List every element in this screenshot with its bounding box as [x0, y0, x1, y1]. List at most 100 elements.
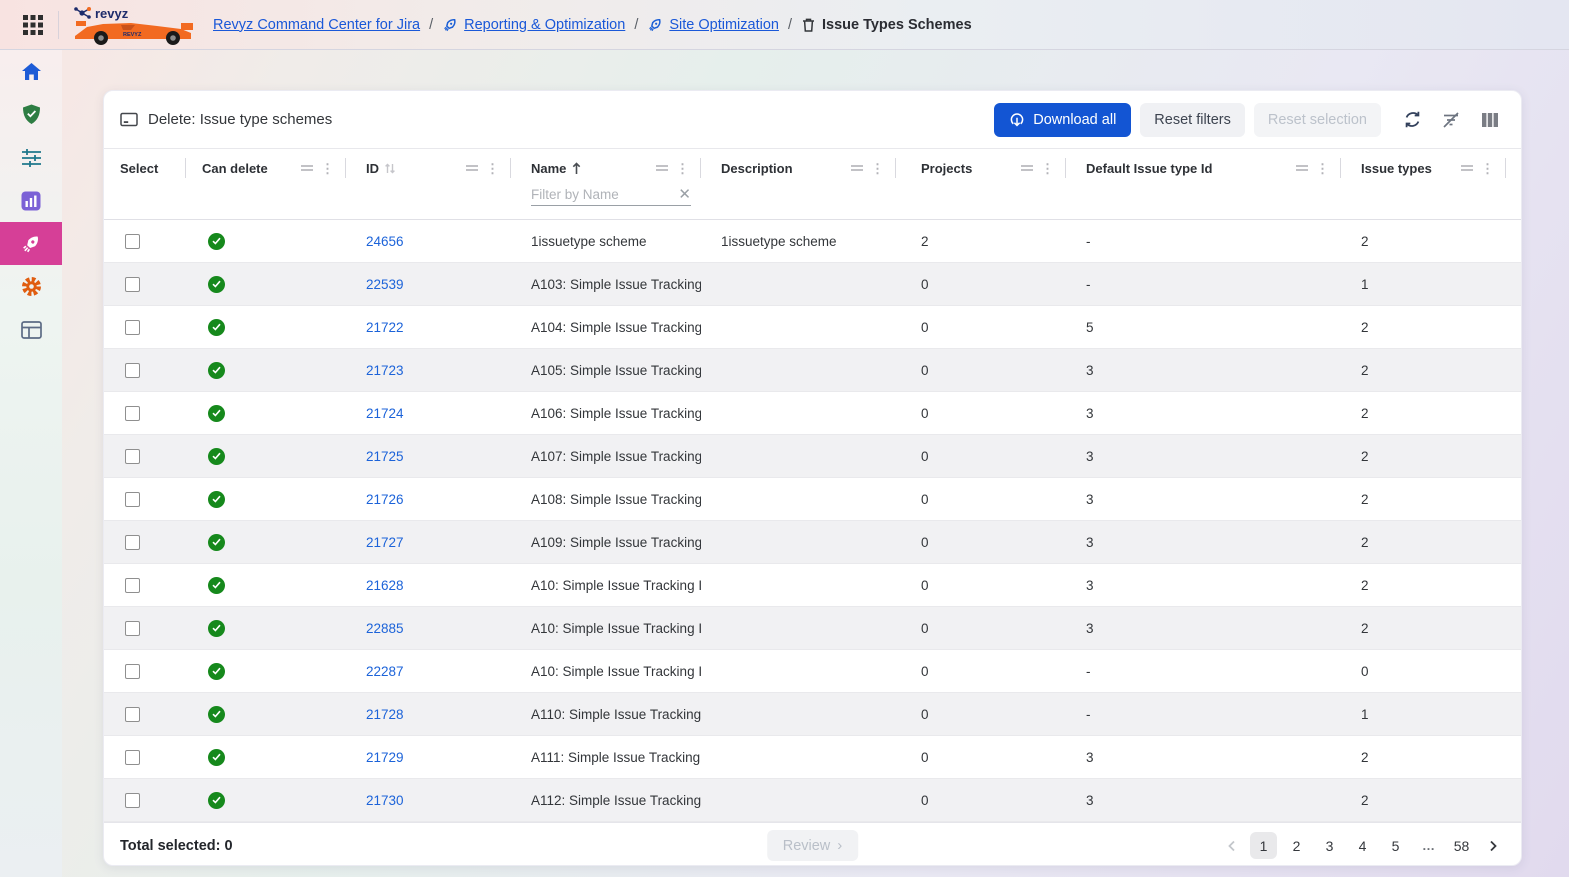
scheme-id-link[interactable]: 21722: [366, 320, 404, 335]
row-checkbox[interactable]: [125, 234, 140, 249]
filter-icon[interactable]: [465, 163, 479, 173]
can-delete-check-icon: [208, 792, 225, 809]
revyz-logo[interactable]: revyz REVYZ: [73, 2, 195, 48]
breadcrumb-issue-types-schemes: Issue Types Schemes: [822, 17, 972, 33]
column-header-default-issue-type-id: Default Issue type Id ⋮: [1066, 149, 1341, 187]
total-selected-label: Total selected: 0: [120, 838, 233, 854]
scheme-id-link[interactable]: 21727: [366, 535, 404, 550]
scheme-name: A107: Simple Issue Tracking Iss: [511, 435, 701, 477]
column-header-id[interactable]: ID ⋮: [346, 149, 511, 187]
table-footer: Total selected: 0 Review › 12345…58: [104, 822, 1521, 868]
trash-icon: [801, 17, 816, 33]
download-all-button[interactable]: Download all: [994, 103, 1131, 137]
scheme-name: A10: Simple Issue Tracking Issu: [511, 607, 701, 649]
column-header-name[interactable]: Name ⋮: [511, 149, 701, 187]
scheme-projects-count: 0: [896, 736, 1066, 778]
filter-icon[interactable]: [850, 163, 864, 173]
scheme-name: 1issuetype scheme: [511, 220, 701, 262]
scheme-id-link[interactable]: 21726: [366, 492, 404, 507]
filter-icon[interactable]: [300, 163, 314, 173]
scheme-name: A110: Simple Issue Tracking Iss: [511, 693, 701, 735]
sidebar-item-settings[interactable]: [0, 265, 62, 308]
scheme-id-link[interactable]: 22287: [366, 664, 404, 679]
scheme-id-link[interactable]: 21628: [366, 578, 404, 593]
clear-filter-x-icon[interactable]: ✕: [678, 187, 691, 202]
app-switcher-icon[interactable]: [21, 13, 45, 37]
scheme-id-link[interactable]: 22885: [366, 621, 404, 636]
breadcrumb-command-center[interactable]: Revyz Command Center for Jira: [213, 17, 420, 33]
name-filter-field: ✕: [531, 187, 691, 206]
table-row: 21723 A105: Simple Issue Tracking Iss 0 …: [104, 349, 1521, 392]
filter-icon[interactable]: [1460, 163, 1474, 173]
clear-filter-icon[interactable]: [1436, 105, 1466, 135]
row-checkbox[interactable]: [125, 363, 140, 378]
row-checkbox[interactable]: [125, 793, 140, 808]
pagination-page-1[interactable]: 1: [1250, 832, 1277, 859]
row-checkbox[interactable]: [125, 320, 140, 335]
scheme-projects-count: 0: [896, 564, 1066, 606]
column-menu-icon[interactable]: ⋮: [486, 162, 499, 175]
filter-icon[interactable]: [1295, 163, 1309, 173]
pagination-page-3[interactable]: 3: [1316, 832, 1343, 859]
sidebar-item-home[interactable]: [0, 50, 62, 93]
scheme-name: A108: Simple Issue Tracking Iss: [511, 478, 701, 520]
name-filter-input[interactable]: [531, 187, 666, 202]
row-checkbox[interactable]: [125, 449, 140, 464]
filter-icon[interactable]: [1020, 163, 1034, 173]
scheme-id-link[interactable]: 22539: [366, 277, 404, 292]
scheme-id-link[interactable]: 24656: [366, 234, 404, 249]
scheme-projects-count: 0: [896, 392, 1066, 434]
column-menu-icon[interactable]: ⋮: [1481, 162, 1494, 175]
scheme-projects-count: 0: [896, 435, 1066, 477]
table-row: 21722 A104: Simple Issue Tracking Iss 0 …: [104, 306, 1521, 349]
reset-selection-button[interactable]: Reset selection: [1254, 103, 1381, 137]
row-checkbox[interactable]: [125, 535, 140, 550]
reset-filters-button[interactable]: Reset filters: [1140, 103, 1245, 137]
pagination-next-icon[interactable]: [1481, 834, 1505, 858]
table-row: 21628 A10: Simple Issue Tracking Issu 0 …: [104, 564, 1521, 607]
pagination-page-5[interactable]: 5: [1382, 832, 1409, 859]
pagination-page-58[interactable]: 58: [1448, 832, 1475, 859]
breadcrumb-separator: /: [788, 17, 792, 33]
row-checkbox[interactable]: [125, 406, 140, 421]
scheme-issue-types-count: 2: [1341, 349, 1506, 391]
scheme-id-link[interactable]: 21723: [366, 363, 404, 378]
sidebar-item-configuration[interactable]: [0, 136, 62, 179]
filter-icon[interactable]: [655, 163, 669, 173]
sidebar-item-analytics[interactable]: [0, 179, 62, 222]
scheme-default-issue-type-id: 3: [1066, 478, 1341, 520]
scheme-id-link[interactable]: 21730: [366, 793, 404, 808]
sidebar-item-optimization[interactable]: [0, 222, 62, 265]
column-menu-icon[interactable]: ⋮: [676, 162, 689, 175]
column-menu-icon[interactable]: ⋮: [1316, 162, 1329, 175]
row-checkbox[interactable]: [125, 750, 140, 765]
scheme-projects-count: 0: [896, 607, 1066, 649]
scheme-id-link[interactable]: 21725: [366, 449, 404, 464]
review-button[interactable]: Review ›: [767, 830, 859, 861]
breadcrumb-reporting-optimization[interactable]: Reporting & Optimization: [464, 17, 625, 33]
column-menu-icon[interactable]: ⋮: [871, 162, 884, 175]
pagination-prev-icon[interactable]: [1220, 834, 1244, 858]
row-checkbox[interactable]: [125, 664, 140, 679]
breadcrumb-site-optimization[interactable]: Site Optimization: [669, 17, 779, 33]
columns-icon[interactable]: [1475, 105, 1505, 135]
row-checkbox[interactable]: [125, 277, 140, 292]
row-checkbox[interactable]: [125, 578, 140, 593]
scheme-id-link[interactable]: 21729: [366, 750, 404, 765]
scheme-id-link[interactable]: 21728: [366, 707, 404, 722]
sidebar-item-data-table[interactable]: [0, 308, 62, 351]
row-checkbox[interactable]: [125, 707, 140, 722]
pagination-page-4[interactable]: 4: [1349, 832, 1376, 859]
scheme-default-issue-type-id: 3: [1066, 607, 1341, 649]
refresh-icon[interactable]: [1397, 105, 1427, 135]
sidebar-item-security[interactable]: [0, 93, 62, 136]
column-menu-icon[interactable]: ⋮: [1041, 162, 1054, 175]
row-checkbox[interactable]: [125, 621, 140, 636]
issue-type-schemes-panel: Delete: Issue type schemes Download all …: [103, 90, 1522, 866]
row-checkbox[interactable]: [125, 492, 140, 507]
pagination-page-2[interactable]: 2: [1283, 832, 1310, 859]
scheme-id-link[interactable]: 21724: [366, 406, 404, 421]
column-menu-icon[interactable]: ⋮: [321, 162, 334, 175]
scheme-issue-types-count: 2: [1341, 220, 1506, 262]
scheme-description: [701, 650, 896, 692]
